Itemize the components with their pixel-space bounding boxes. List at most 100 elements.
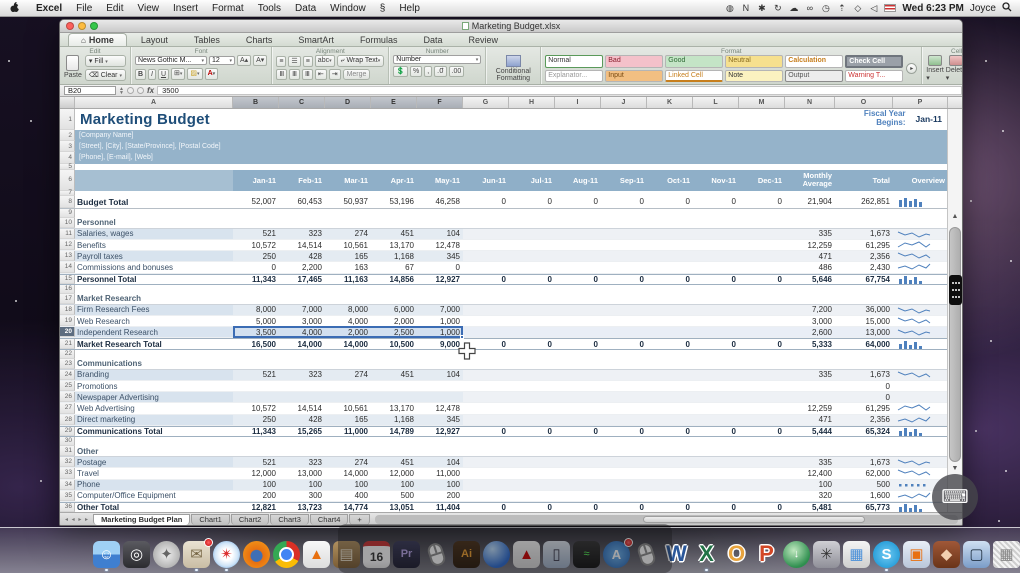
dock-icon-excel[interactable]: X xyxy=(693,541,720,568)
dock-icon-annotation-mouse[interactable] xyxy=(633,541,660,568)
cell[interactable] xyxy=(371,392,417,402)
cell[interactable]: 12,478 xyxy=(417,403,463,413)
row-header-17[interactable]: 17 xyxy=(60,294,75,304)
cell[interactable] xyxy=(647,305,693,315)
cell[interactable]: 10,572 xyxy=(233,240,279,250)
cell[interactable] xyxy=(509,327,555,337)
avg-cell[interactable]: 486 xyxy=(785,262,835,272)
row-header-13[interactable]: 13 xyxy=(60,251,75,261)
updown-icon[interactable]: ⇡ xyxy=(836,3,847,14)
cell[interactable] xyxy=(601,468,647,478)
style-chip-good[interactable]: Good xyxy=(665,55,723,68)
cell[interactable]: 10,561 xyxy=(325,403,371,413)
cell[interactable] xyxy=(509,392,555,402)
cell[interactable]: 17,465 xyxy=(279,275,325,284)
column-header-g[interactable]: G xyxy=(463,97,509,108)
column-header-f[interactable]: F xyxy=(417,97,463,108)
row-label[interactable]: Promotions xyxy=(75,381,233,391)
cell[interactable]: 5,000 xyxy=(233,316,279,326)
cell[interactable]: 0 xyxy=(601,196,647,208)
cell[interactable]: 0 xyxy=(509,503,555,512)
row-label[interactable]: Budget Total xyxy=(75,196,233,208)
cell[interactable]: 0 xyxy=(601,503,647,512)
cell[interactable] xyxy=(739,240,785,250)
cell[interactable] xyxy=(463,415,509,425)
cell[interactable]: 8,000 xyxy=(233,305,279,315)
row-header-30[interactable]: 30 xyxy=(60,437,75,446)
menu-tools[interactable]: Tools xyxy=(251,3,288,14)
cell[interactable] xyxy=(601,240,647,250)
cell[interactable]: 14,000 xyxy=(325,468,371,478)
name-box[interactable]: B20 xyxy=(64,86,116,95)
cell[interactable] xyxy=(601,327,647,337)
dock-icon-chrome[interactable] xyxy=(273,541,300,568)
cell[interactable] xyxy=(693,415,739,425)
cell[interactable] xyxy=(693,457,739,467)
cell[interactable]: 100 xyxy=(417,480,463,490)
row-header-1[interactable]: 1 xyxy=(60,109,75,130)
cell[interactable] xyxy=(463,491,509,501)
cell[interactable] xyxy=(509,468,555,478)
avg-cell[interactable]: 335 xyxy=(785,229,835,239)
cell[interactable]: 274 xyxy=(325,229,371,239)
cell[interactable] xyxy=(739,229,785,239)
menu-window[interactable]: Window xyxy=(323,3,373,14)
cell[interactable]: 0 xyxy=(693,196,739,208)
avg-cell[interactable]: 320 xyxy=(785,491,835,501)
cell[interactable] xyxy=(509,415,555,425)
cell[interactable] xyxy=(693,327,739,337)
avg-cell[interactable]: 471 xyxy=(785,251,835,261)
cell[interactable] xyxy=(739,480,785,490)
column-header-c[interactable]: C xyxy=(279,97,325,108)
dock-icon-trash[interactable]: ▦ xyxy=(993,541,1020,568)
cell[interactable] xyxy=(739,392,785,402)
refresh-icon[interactable]: ↻ xyxy=(772,3,783,14)
paste-button[interactable]: Paste xyxy=(64,55,82,79)
row-label[interactable]: Payroll taxes xyxy=(75,251,233,261)
cell[interactable] xyxy=(647,468,693,478)
menu-excel[interactable]: Excel xyxy=(29,3,69,14)
cell[interactable]: 0 xyxy=(555,503,601,512)
row-header-31[interactable]: 31 xyxy=(60,446,75,456)
fill-button[interactable]: ▾ Fill ▾ xyxy=(85,55,126,67)
select-all-corner[interactable] xyxy=(60,97,75,108)
increase-indent-button[interactable]: ⇥ xyxy=(329,69,341,80)
total-cell[interactable]: 13,000 xyxy=(835,327,893,337)
cell[interactable]: 11,163 xyxy=(325,275,371,284)
cell[interactable]: 2,200 xyxy=(279,262,325,272)
cell[interactable]: 0 xyxy=(739,275,785,284)
ribbon-tab-formulas[interactable]: Formulas xyxy=(348,34,410,46)
cell[interactable]: 0 xyxy=(555,339,601,348)
avg-cell[interactable]: 335 xyxy=(785,370,835,380)
column-header-n[interactable]: N xyxy=(785,97,835,108)
cell[interactable] xyxy=(463,229,509,239)
total-cell[interactable]: 1,673 xyxy=(835,457,893,467)
menu-format[interactable]: Format xyxy=(205,3,251,14)
cell[interactable]: 104 xyxy=(417,457,463,467)
total-cell[interactable]: 0 xyxy=(835,392,893,402)
cell[interactable]: 163 xyxy=(325,262,371,272)
row-label[interactable]: Firm Research Fees xyxy=(75,305,233,315)
asterisk-icon[interactable]: ✱ xyxy=(756,3,767,14)
row-header-21[interactable]: 21 xyxy=(60,339,75,348)
cell[interactable] xyxy=(325,392,371,402)
cell[interactable]: 1,000 xyxy=(417,316,463,326)
row-header-32[interactable]: 32 xyxy=(60,457,75,467)
avg-cell[interactable]: 471 xyxy=(785,415,835,425)
ribbon-tab-smartart[interactable]: SmartArt xyxy=(286,34,346,46)
total-cell[interactable]: 67,754 xyxy=(835,275,893,284)
shrink-font-button[interactable]: A▾ xyxy=(253,55,267,66)
dock-icon-vlc[interactable]: ▲ xyxy=(303,541,330,568)
cell[interactable] xyxy=(693,262,739,272)
cell[interactable]: 12,478 xyxy=(417,240,463,250)
cell[interactable] xyxy=(509,305,555,315)
spotlight-icon[interactable] xyxy=(1002,2,1012,15)
increase-decimal-button[interactable]: .0⃗ xyxy=(434,66,446,77)
cell[interactable]: 428 xyxy=(279,415,325,425)
cell[interactable]: 323 xyxy=(279,457,325,467)
cell[interactable] xyxy=(739,468,785,478)
total-cell[interactable]: 1,600 xyxy=(835,491,893,501)
style-chip-explanator-[interactable]: Explanator... xyxy=(545,70,603,82)
avg-cell[interactable]: 5,444 xyxy=(785,427,835,436)
cell[interactable] xyxy=(693,316,739,326)
